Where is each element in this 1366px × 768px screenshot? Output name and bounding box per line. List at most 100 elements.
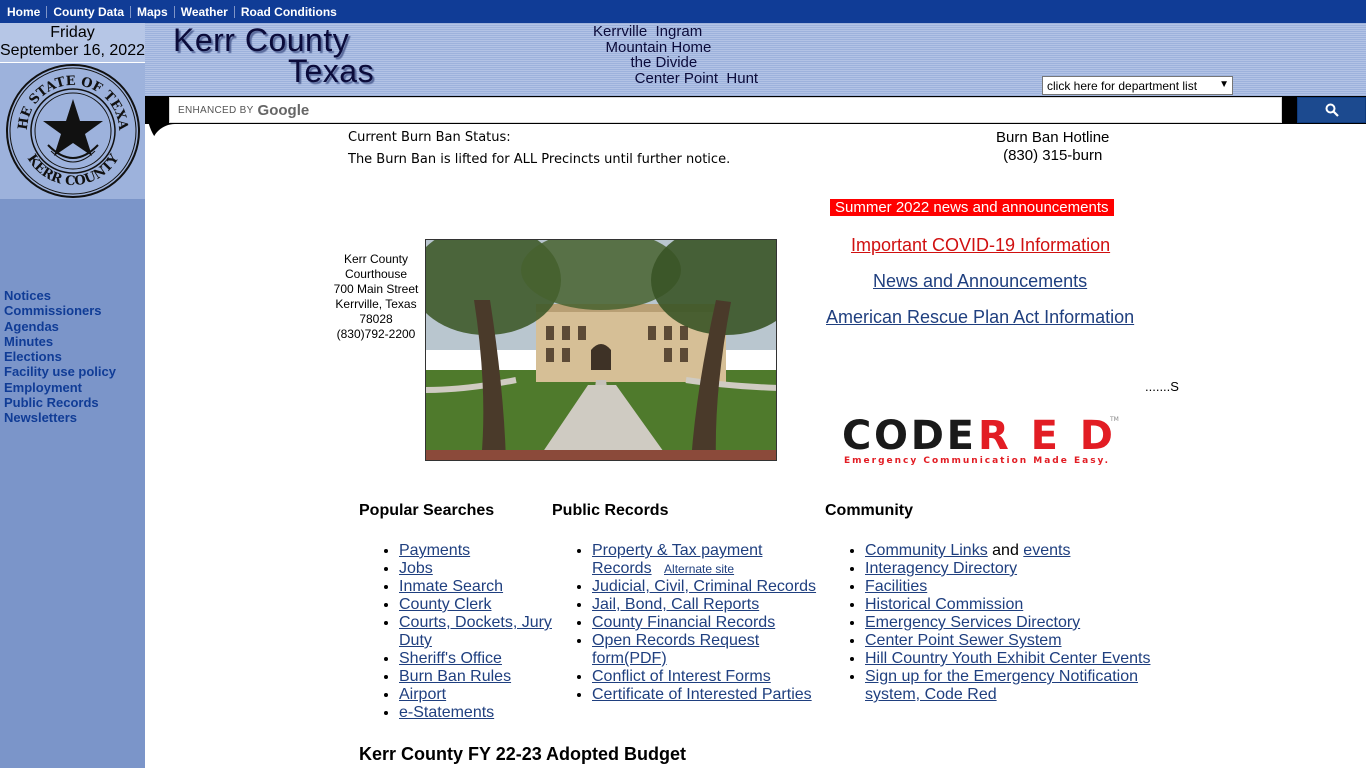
search-button[interactable]	[1297, 97, 1366, 123]
list-item: Certificate of Interested Parties	[592, 686, 822, 704]
address-line: Courthouse	[344, 267, 408, 281]
community-link[interactable]: Historical Commission	[865, 596, 1023, 613]
sidebar-item-facility-use-policy[interactable]: Facility use policy	[4, 364, 116, 379]
popular-link[interactable]: Airport	[399, 686, 446, 703]
top-nav: Home County Data Maps Weather Road Condi…	[0, 0, 1366, 23]
full-date: September 16, 2022	[0, 42, 145, 59]
community-link[interactable]: Facilities	[865, 578, 927, 595]
summer-announcements-link[interactable]: Summer 2022 news and announcements	[830, 199, 1114, 216]
town-line: Center Point Hunt	[593, 70, 759, 88]
weekday: Friday	[50, 24, 95, 41]
svg-text:Emergency Communication Made E: Emergency Communication Made Easy.	[844, 456, 1108, 466]
list-item: Sign up for the Emergency Notification s…	[865, 668, 1165, 704]
address-line: 78028	[359, 312, 393, 326]
community-links-link[interactable]: Community Links	[865, 542, 988, 559]
department-select-value: click here for department list	[1047, 78, 1198, 93]
records-link[interactable]: Jail, Bond, Call Reports	[592, 596, 759, 613]
courthouse-address: Kerr County Courthouse 700 Main Street K…	[326, 252, 426, 342]
community-link[interactable]: Interagency Directory	[865, 560, 1017, 577]
list-item: Judicial, Civil, Criminal Records	[592, 578, 822, 596]
list-item: Community Links and events	[865, 542, 1165, 560]
public-records-section: Public Records Property & Tax payment Re…	[552, 502, 822, 704]
community-link[interactable]: Hill Country Youth Exhibit Center Events	[865, 650, 1150, 667]
popular-link[interactable]: Payments	[399, 542, 470, 559]
community-link[interactable]: Emergency Services Directory	[865, 614, 1080, 631]
nav-separator	[46, 5, 48, 18]
svg-text:CODE: CODE	[842, 413, 974, 459]
list-item: Inmate Search	[399, 578, 539, 596]
ticker-text: .......S	[1145, 379, 1179, 394]
community-section: Community Community Links and events Int…	[825, 502, 1165, 704]
records-link[interactable]: Open Records Request form(PDF)	[592, 632, 759, 667]
popular-link[interactable]: Courts, Dockets, Jury Duty	[399, 614, 552, 649]
community-link[interactable]: Center Point Sewer System	[865, 632, 1062, 649]
search-icon	[1325, 103, 1339, 117]
list-item: Property & Tax payment Records Alternate…	[592, 542, 817, 578]
arpa-info-link[interactable]: American Rescue Plan Act Information	[826, 307, 1134, 328]
nav-separator	[233, 5, 235, 18]
nav-home[interactable]: Home	[2, 5, 45, 19]
sidebar-item-notices[interactable]: Notices	[4, 288, 116, 303]
news-link[interactable]: News and Announcements	[873, 271, 1087, 292]
list-item: e-Statements	[399, 704, 539, 722]
list-item: Hill Country Youth Exhibit Center Events	[865, 650, 1165, 668]
sidebar-item-minutes[interactable]: Minutes	[4, 334, 116, 349]
list-item: County Financial Records	[592, 614, 822, 632]
popular-link[interactable]: Inmate Search	[399, 578, 503, 595]
list-item: Open Records Request form(PDF)	[592, 632, 792, 668]
popular-searches-title: Popular Searches	[359, 502, 495, 519]
sidebar-item-commissioners[interactable]: Commissioners	[4, 303, 116, 318]
list-item: County Clerk	[399, 596, 539, 614]
popular-link[interactable]: Sheriff's Office	[399, 650, 502, 667]
list-item: Sheriff's Office	[399, 650, 539, 668]
covid-info-link[interactable]: Important COVID-19 Information	[851, 235, 1110, 256]
svg-text:RED: RED	[978, 413, 1113, 459]
community-link[interactable]: Sign up for the Emergency Notification s…	[865, 668, 1138, 703]
events-link[interactable]: events	[1023, 542, 1070, 559]
burn-ban-hotline-number: (830) 315-burn	[1003, 147, 1103, 164]
sidebar-item-elections[interactable]: Elections	[4, 349, 116, 364]
records-link[interactable]: County Financial Records	[592, 614, 775, 631]
burn-ban-status-label: Current Burn Ban Status:	[348, 130, 511, 145]
list-item: Jobs	[399, 560, 539, 578]
seal-icon: THE STATE OF TEXAS KERR COUNTY	[3, 63, 140, 198]
popular-link[interactable]: Jobs	[399, 560, 433, 577]
header-banner: Kerr County Texas Kerrville Ingram Mount…	[145, 22, 1366, 96]
list-item: Emergency Services Directory	[865, 614, 1165, 632]
nav-maps[interactable]: Maps	[132, 5, 173, 19]
codered-logo[interactable]: CODE RED TM Emergency Communication Made…	[842, 413, 1122, 467]
popular-link[interactable]: County Clerk	[399, 596, 491, 613]
department-select[interactable]: click here for department list ▼	[1042, 76, 1233, 95]
sidebar-item-public-records[interactable]: Public Records	[4, 395, 116, 410]
town-line: Kerrville Ingram	[593, 23, 703, 40]
address-line: 700 Main Street	[333, 282, 419, 296]
address-line: Kerr County	[343, 252, 409, 266]
town-list: Kerrville Ingram Mountain Home the Divid…	[593, 24, 758, 87]
alternate-site-link[interactable]: Alternate site	[664, 562, 734, 576]
search-input[interactable]: ENHANCED BY Google	[169, 97, 1282, 123]
burn-ban-hotline-label: Burn Ban Hotline	[996, 129, 1110, 146]
address-line: Kerrville, Texas	[335, 297, 417, 311]
sidebar-item-agendas[interactable]: Agendas	[4, 319, 116, 334]
search-enhanced-by: ENHANCED BY	[178, 104, 254, 116]
list-item: Airport	[399, 686, 539, 704]
nav-weather[interactable]: Weather	[176, 5, 233, 19]
and-text: and	[987, 542, 1024, 559]
list-item: Facilities	[865, 578, 1165, 596]
sidebar-item-newsletters[interactable]: Newsletters	[4, 410, 116, 425]
sidebar-item-employment[interactable]: Employment	[4, 380, 116, 395]
popular-link[interactable]: Burn Ban Rules	[399, 668, 511, 685]
county-seal: THE STATE OF TEXAS KERR COUNTY	[0, 63, 145, 199]
burn-ban-status-text: The Burn Ban is lifted for ALL Precincts…	[348, 152, 731, 167]
list-item: Historical Commission	[865, 596, 1165, 614]
list-item: Burn Ban Rules	[399, 668, 539, 686]
nav-county-data[interactable]: County Data	[48, 5, 129, 19]
records-link[interactable]: Conflict of Interest Forms	[592, 668, 771, 685]
list-item: Interagency Directory	[865, 560, 1165, 578]
records-link[interactable]: Judicial, Civil, Criminal Records	[592, 578, 816, 595]
popular-link[interactable]: e-Statements	[399, 704, 494, 721]
burn-ban-status: Current Burn Ban Status: The Burn Ban is…	[348, 130, 730, 167]
records-link[interactable]: Certificate of Interested Parties	[592, 686, 812, 703]
nav-road-conditions[interactable]: Road Conditions	[236, 5, 342, 19]
site-title-line2: Texas	[288, 53, 375, 89]
